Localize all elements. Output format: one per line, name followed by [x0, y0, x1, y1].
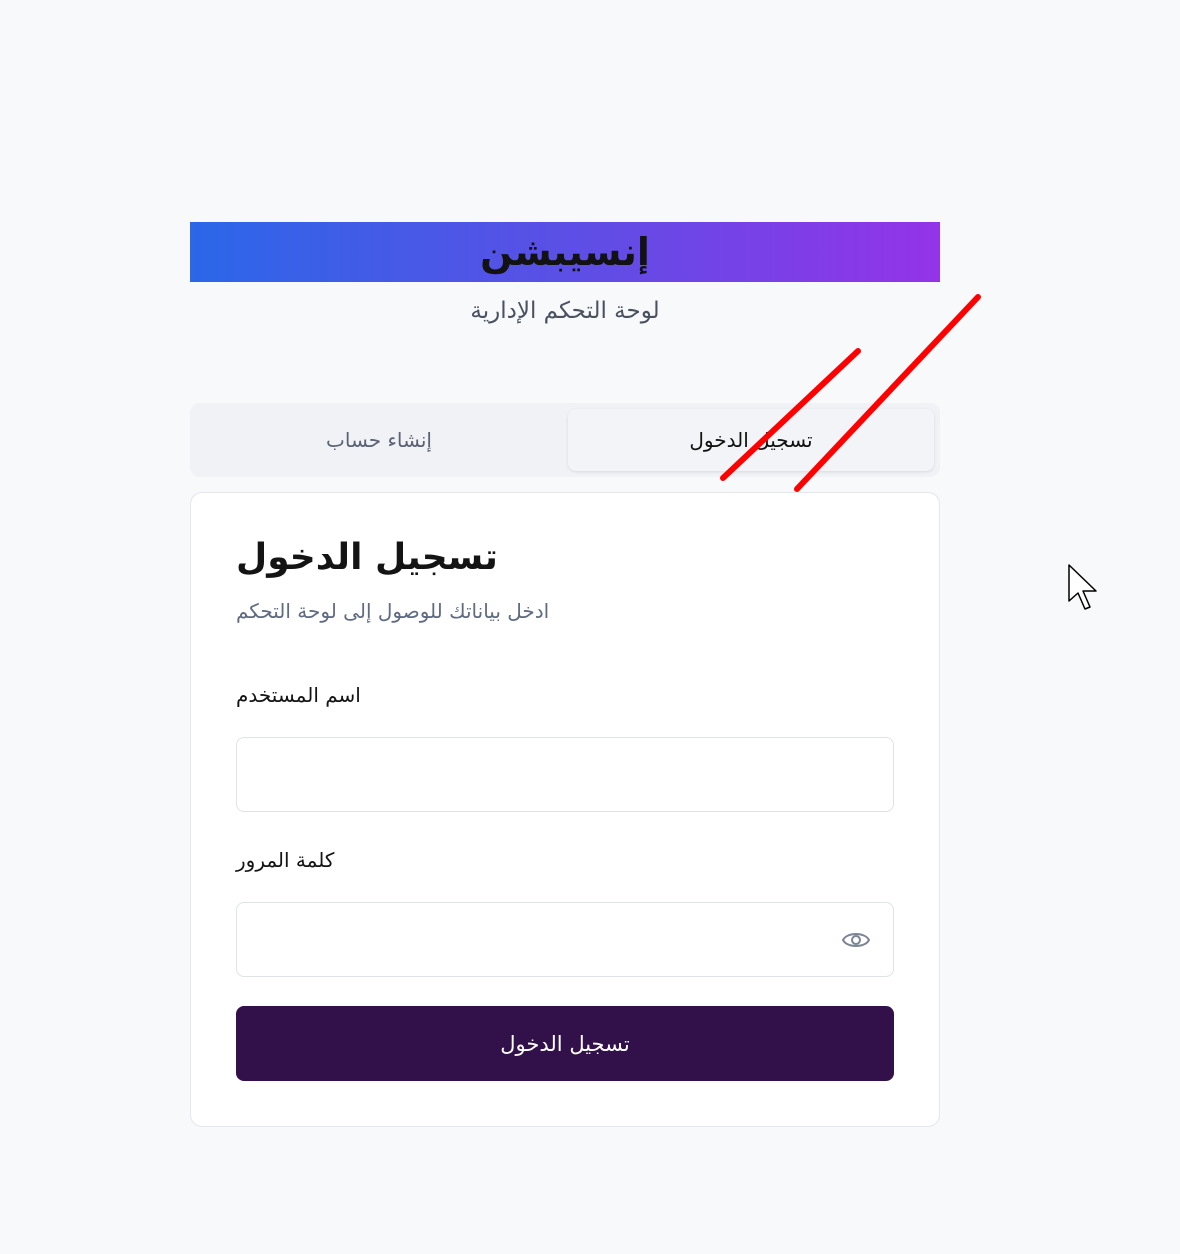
- tab-login[interactable]: تسجيل الدخول: [568, 409, 934, 471]
- login-submit-button[interactable]: تسجيل الدخول: [236, 1006, 894, 1081]
- login-title: تسجيل الدخول: [236, 537, 498, 578]
- mouse-pointer-icon: [1068, 564, 1097, 610]
- password-label: كلمة المرور: [236, 848, 335, 872]
- password-field-box: [236, 902, 894, 977]
- tab-register[interactable]: إنشاء حساب: [196, 409, 562, 471]
- brand-banner: إنسيبشن: [190, 222, 940, 282]
- login-description: ادخل بياناتك للوصول إلى لوحة التحكم: [236, 599, 550, 623]
- username-label: اسم المستخدم: [236, 683, 361, 707]
- auth-tabs: تسجيل الدخول إنشاء حساب: [190, 403, 940, 477]
- brand-subtitle: لوحة التحكم الإدارية: [470, 298, 660, 324]
- username-input[interactable]: [237, 738, 893, 811]
- brand-name: إنسيبشن: [480, 230, 650, 274]
- login-card: تسجيل الدخول ادخل بياناتك للوصول إلى لوح…: [190, 492, 940, 1127]
- username-field-box: [236, 737, 894, 812]
- login-page: إنسيبشن لوحة التحكم الإدارية تسجيل الدخو…: [0, 0, 1180, 1254]
- eye-icon[interactable]: [841, 928, 871, 952]
- password-input[interactable]: [237, 903, 893, 976]
